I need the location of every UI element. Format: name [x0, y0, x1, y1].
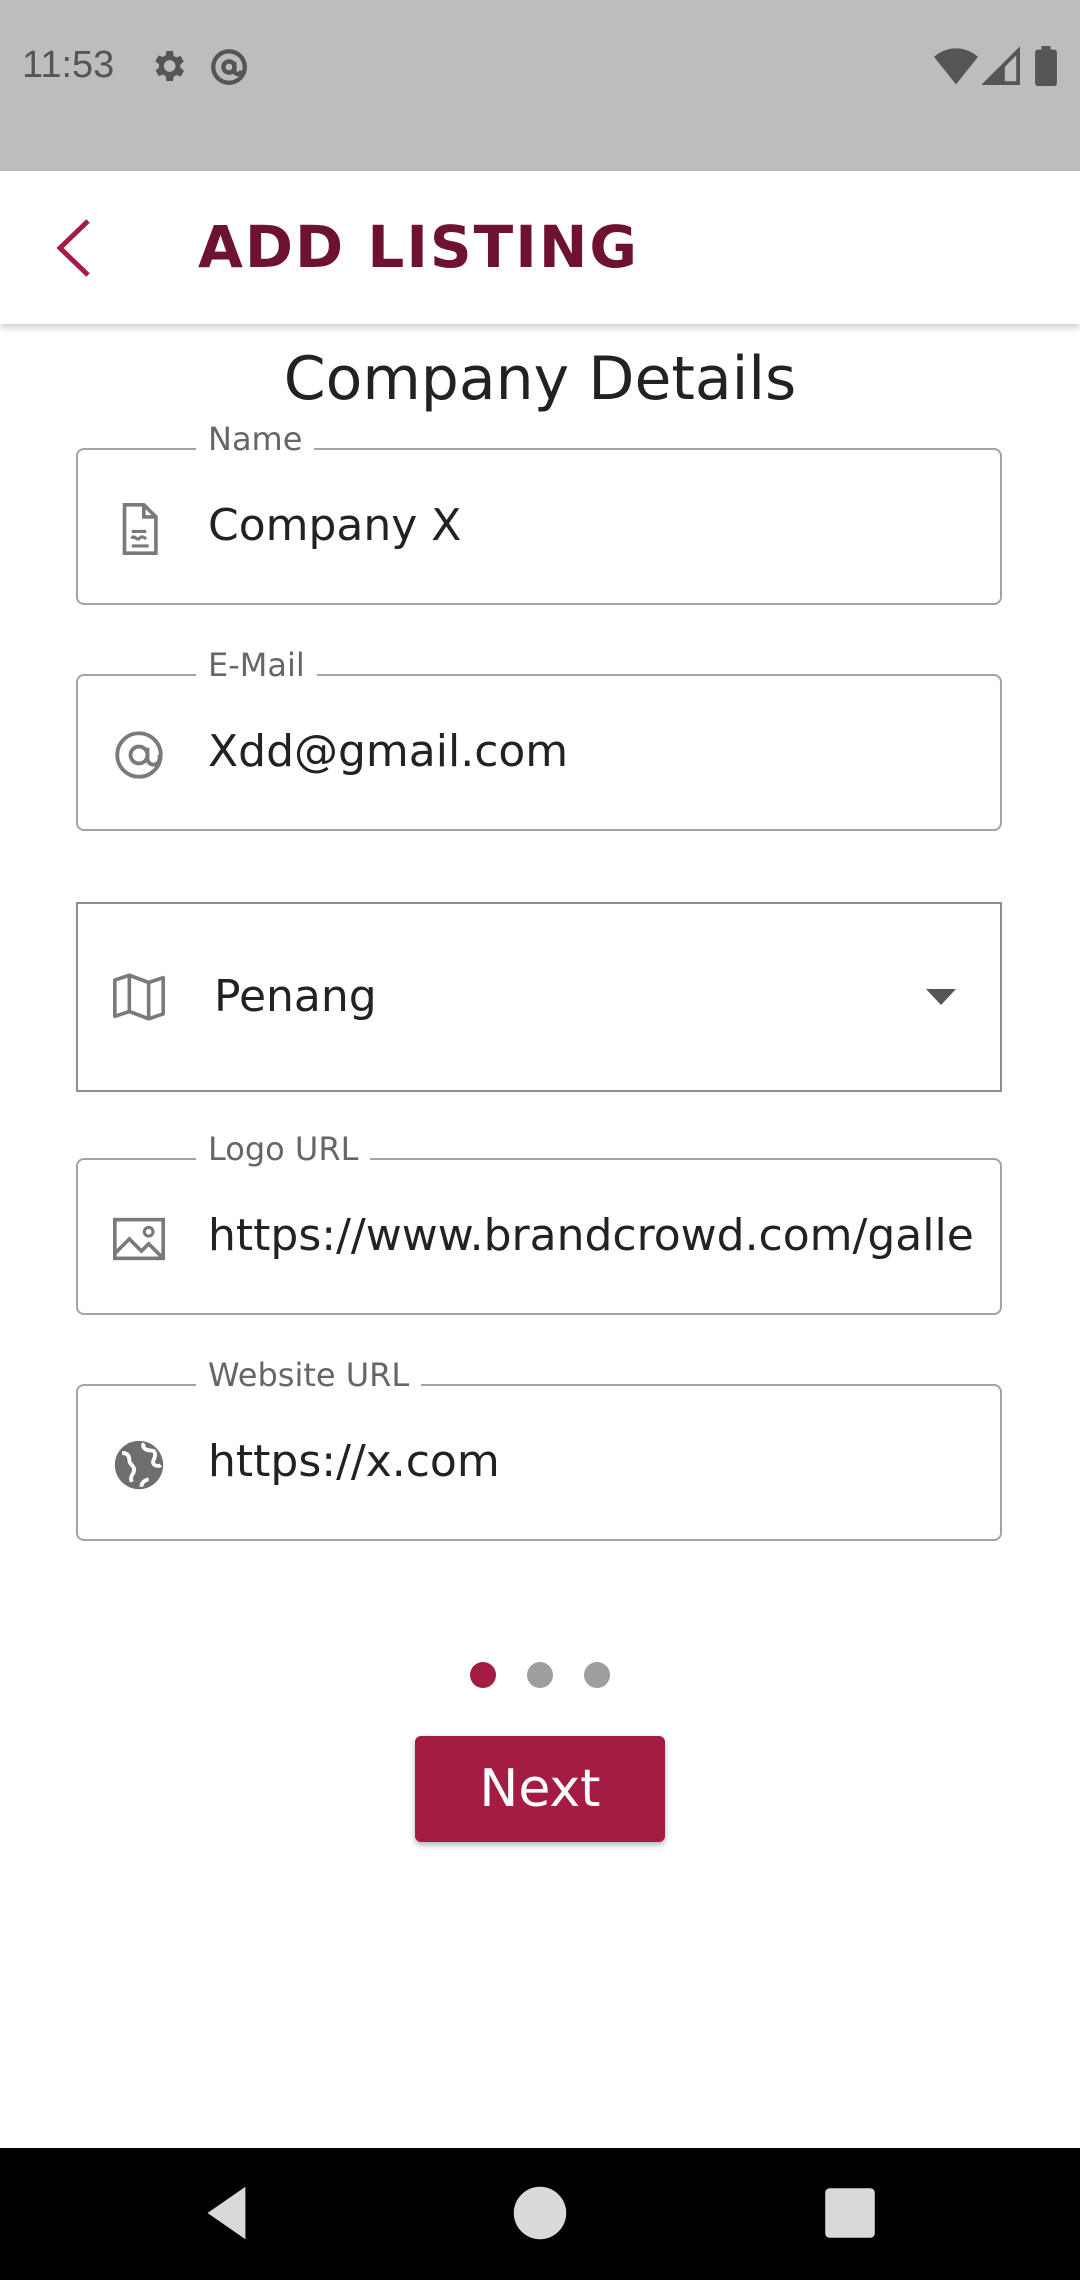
globe-icon [110, 1436, 168, 1494]
state-dropdown[interactable]: Penang [76, 902, 1002, 1092]
gear-icon [148, 46, 188, 91]
page-dot-1 [470, 1662, 496, 1688]
nav-home-button[interactable] [505, 2178, 575, 2248]
nav-back-button[interactable] [190, 2178, 260, 2248]
page-indicator [0, 1660, 1080, 1690]
app-bar: ADD LISTING [0, 171, 1080, 324]
chevron-left-icon [56, 219, 90, 277]
square-recents-icon [825, 2188, 875, 2238]
section-title: Company Details [283, 344, 797, 414]
next-button[interactable]: Next [415, 1736, 665, 1842]
state-value: Penang [214, 971, 377, 1022]
signal-icon [981, 46, 1020, 91]
wifi-icon [934, 46, 978, 91]
page-dot-3 [584, 1662, 610, 1688]
logo-url-field[interactable]: Logo URL https://www.brandcrowd.com/gall… [76, 1130, 1002, 1315]
circle-home-icon [513, 2186, 567, 2240]
battery-icon [1034, 46, 1058, 91]
triangle-back-icon [207, 2186, 246, 2240]
document-icon [110, 500, 168, 558]
website-url-field[interactable]: Website URL https://x.com [76, 1356, 1002, 1541]
website-url-input[interactable]: https://x.com [208, 1386, 988, 1538]
image-icon [110, 1210, 168, 1268]
at-sign-icon [208, 46, 250, 93]
status-bar: 11:53 [0, 0, 1080, 171]
email-input[interactable]: Xdd@gmail.com [208, 676, 988, 828]
nav-recents-button[interactable] [815, 2178, 885, 2248]
status-time: 11:53 [22, 44, 115, 86]
email-field[interactable]: E-Mail Xdd@gmail.com [76, 646, 1002, 831]
name-input[interactable]: Company X [208, 450, 988, 602]
page-title: ADD LISTING [198, 213, 639, 281]
back-button[interactable] [48, 215, 108, 281]
name-field[interactable]: Name Company X [76, 420, 1002, 605]
navigation-bar [0, 2148, 1080, 2280]
map-icon [110, 968, 168, 1026]
at-icon [110, 726, 168, 784]
logo-url-input[interactable]: https://www.brandcrowd.com/galle [208, 1160, 988, 1312]
chevron-down-icon [926, 989, 956, 1010]
page-dot-2 [527, 1662, 553, 1688]
